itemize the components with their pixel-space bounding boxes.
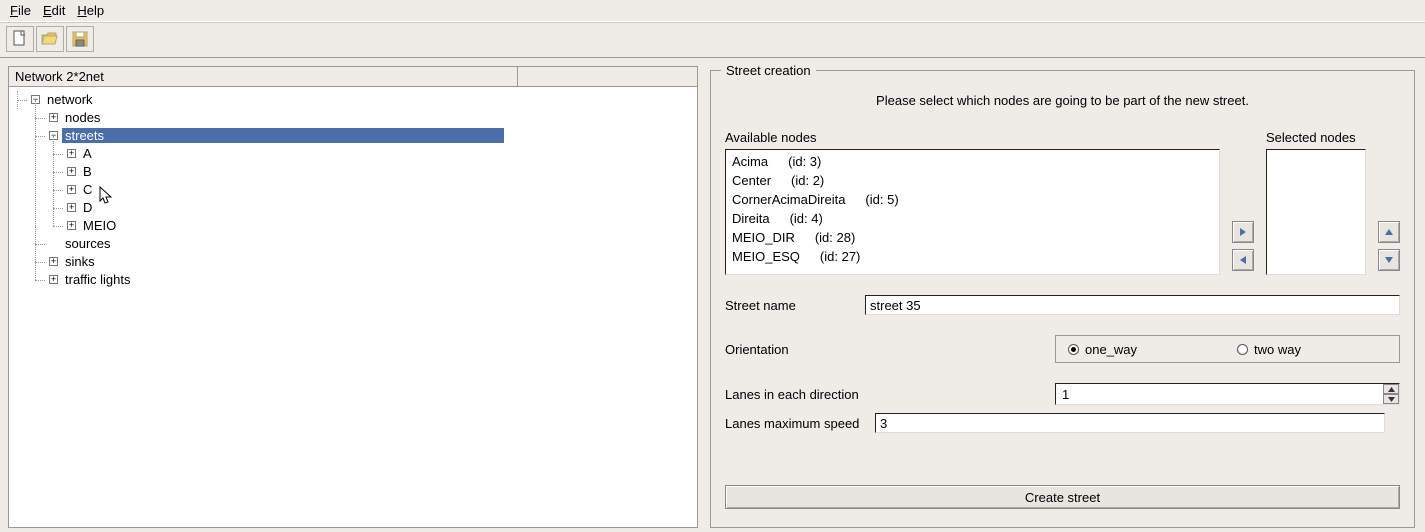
expander-icon[interactable]: +	[49, 257, 58, 266]
expander-icon[interactable]: +	[67, 149, 76, 158]
menu-file-label: ile	[18, 3, 31, 18]
tree-traffic-lights[interactable]: traffic lights	[62, 272, 134, 287]
triangle-left-icon	[1238, 255, 1248, 265]
list-item[interactable]: MEIO_DIR(id: 28)	[732, 228, 1213, 247]
create-street-button[interactable]: Create street	[725, 485, 1400, 509]
orientation-two-way-radio[interactable]: two way	[1237, 342, 1301, 357]
tree-sinks[interactable]: sinks	[62, 254, 98, 269]
tree-street-item[interactable]: D	[80, 200, 95, 215]
orientation-group: one_way two way	[1055, 335, 1400, 363]
orientation-label: Orientation	[725, 342, 865, 357]
list-item[interactable]: Center(id: 2)	[732, 171, 1213, 190]
tree-root[interactable]: network	[44, 92, 96, 107]
triangle-down-icon	[1384, 255, 1394, 265]
triangle-right-icon	[1238, 227, 1248, 237]
triangle-up-icon	[1384, 227, 1394, 237]
tree-sources[interactable]: sources	[62, 236, 114, 251]
street-name-input[interactable]	[865, 295, 1400, 315]
move-up-button[interactable]	[1378, 221, 1400, 243]
tree-nodes[interactable]: nodes	[62, 110, 103, 125]
toolbar	[0, 22, 1425, 55]
menu-help[interactable]: Help	[71, 1, 110, 20]
menubar: File Edit Help	[0, 0, 1425, 22]
expander-icon[interactable]: +	[49, 275, 58, 284]
left-panel-titlebar: Network 2*2net	[8, 66, 698, 86]
menu-edit[interactable]: Edit	[37, 1, 71, 20]
menu-help-label: elp	[87, 3, 104, 18]
tree-streets[interactable]: streets	[62, 128, 504, 143]
open-file-button[interactable]	[36, 26, 64, 52]
maxspeed-label: Lanes maximum speed	[725, 416, 875, 431]
radio-icon	[1068, 344, 1079, 355]
new-file-icon	[11, 30, 29, 48]
expander-icon[interactable]: +	[67, 221, 76, 230]
move-down-button[interactable]	[1378, 249, 1400, 271]
list-item[interactable]: Direita(id: 4)	[732, 209, 1213, 228]
caret-down-icon	[1388, 397, 1395, 402]
save-file-icon	[71, 30, 89, 48]
street-creation-group: Street creation Please select which node…	[710, 70, 1415, 528]
menu-file[interactable]: File	[4, 1, 37, 20]
street-name-label: Street name	[725, 298, 865, 313]
tree-street-item[interactable]: B	[80, 164, 95, 179]
tree-street-item[interactable]: MEIO	[80, 218, 119, 233]
tree-street-item[interactable]: C	[80, 182, 95, 197]
list-item[interactable]: CornerAcimaDireita(id: 5)	[732, 190, 1213, 209]
radio-icon	[1237, 344, 1248, 355]
expander-icon[interactable]: +	[67, 167, 76, 176]
lanes-spinner[interactable]: 1	[1055, 383, 1400, 405]
menu-edit-label: dit	[52, 3, 66, 18]
expander-icon[interactable]: +	[67, 203, 76, 212]
caret-up-icon	[1388, 387, 1395, 392]
group-title: Street creation	[721, 63, 816, 78]
lanes-value: 1	[1056, 387, 1075, 402]
expander-icon[interactable]: +	[67, 185, 76, 194]
lanes-label: Lanes in each direction	[725, 387, 865, 402]
remove-node-button[interactable]	[1232, 249, 1254, 271]
network-tree[interactable]: −network +nodes −streets +A +B +C +D +ME…	[8, 86, 698, 528]
list-item[interactable]: Acima(id: 3)	[732, 152, 1213, 171]
lanes-up-button[interactable]	[1383, 384, 1399, 394]
maxspeed-input[interactable]	[875, 413, 1385, 433]
new-file-button[interactable]	[6, 26, 34, 52]
lanes-down-button[interactable]	[1383, 394, 1399, 404]
available-nodes-list[interactable]: Acima(id: 3) Center(id: 2) CornerAcimaDi…	[725, 149, 1220, 275]
save-file-button[interactable]	[66, 26, 94, 52]
open-file-icon	[41, 30, 59, 48]
selected-nodes-label: Selected nodes	[1266, 130, 1366, 145]
tree-street-item[interactable]: A	[80, 146, 95, 161]
instruction-text: Please select which nodes are going to b…	[725, 93, 1400, 108]
expander-icon[interactable]: +	[49, 113, 58, 122]
orientation-one-way-radio[interactable]: one_way	[1068, 342, 1137, 357]
left-panel-title: Network 2*2net	[8, 66, 518, 86]
list-item[interactable]: MEIO_ESQ(id: 27)	[732, 247, 1213, 266]
selected-nodes-list[interactable]	[1266, 149, 1366, 275]
add-node-button[interactable]	[1232, 221, 1254, 243]
available-nodes-label: Available nodes	[725, 130, 1220, 145]
